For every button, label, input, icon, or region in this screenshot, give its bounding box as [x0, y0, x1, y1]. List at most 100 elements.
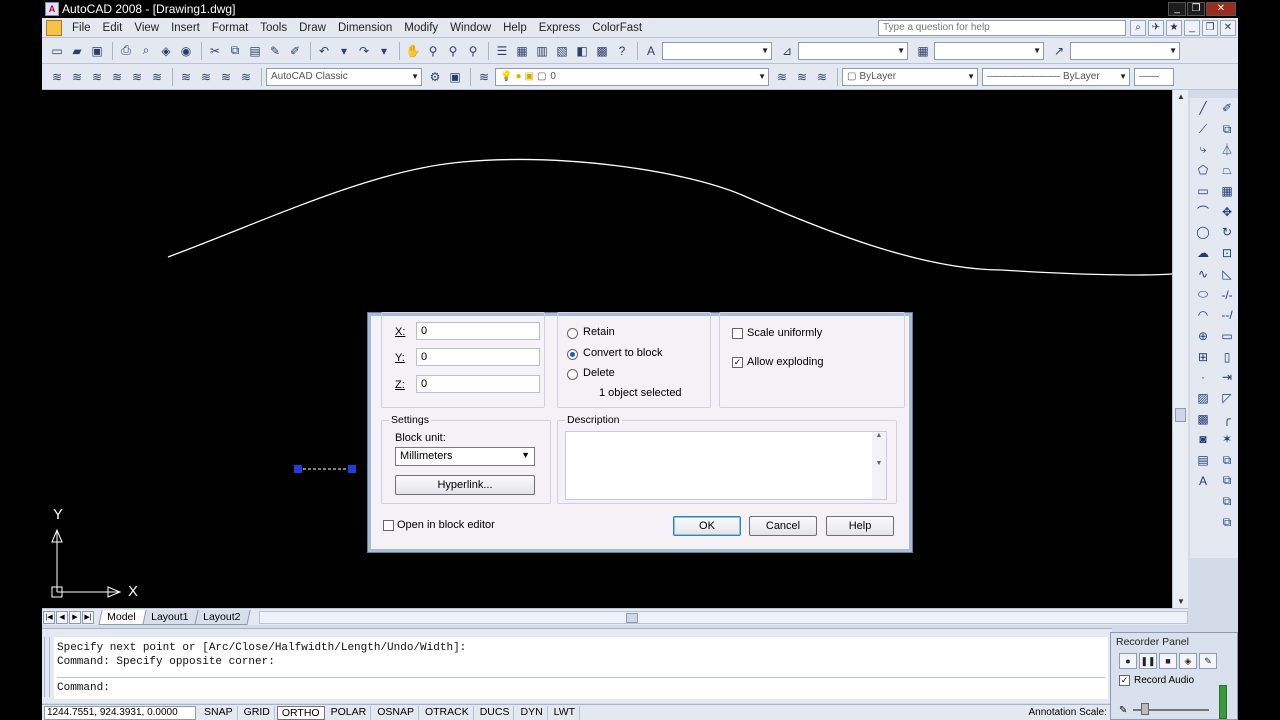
communication-center-icon[interactable]: ✈	[1148, 19, 1164, 36]
ducs-toggle[interactable]: DUCS	[476, 705, 515, 720]
horizontal-scrollbar[interactable]	[259, 610, 1188, 624]
dyn-toggle[interactable]: DYN	[516, 705, 548, 720]
menu-window[interactable]: Window	[444, 22, 497, 34]
multiline-text-icon[interactable]: A	[1192, 470, 1214, 491]
tab-layout2[interactable]: Layout2	[194, 609, 251, 625]
coordinates-display[interactable]: 1244.7551, 924.3931, 0.0000	[44, 705, 196, 720]
delete-radio[interactable]	[567, 369, 578, 380]
hyperlink-button[interactable]: Hyperlink...	[395, 475, 535, 495]
move-icon[interactable]: ✥	[1216, 201, 1238, 222]
tool-palettes-icon[interactable]: ▥	[533, 42, 551, 60]
paste-icon[interactable]: ▤	[246, 42, 264, 60]
favorites-star-icon[interactable]: ★	[1166, 19, 1182, 36]
menu-edit[interactable]: Edit	[97, 22, 129, 34]
annotation-scale[interactable]: Annotation Scale: 1:	[1028, 707, 1118, 718]
doc-close-button[interactable]: ✕	[1220, 19, 1236, 36]
workspace-combo[interactable]: AutoCAD Classic ▼	[266, 67, 422, 86]
close-button[interactable]: ✕	[1206, 2, 1236, 16]
plot-preview-icon[interactable]: ⌕	[137, 42, 155, 60]
polygon-icon[interactable]: ⬠	[1192, 160, 1214, 181]
3d-dwf-icon[interactable]: ◉	[177, 42, 195, 60]
table-icon[interactable]: ▤	[1192, 450, 1214, 471]
block-unit-select[interactable]: Millimeters ▼	[395, 447, 535, 466]
design-center-icon[interactable]: ▦	[513, 42, 531, 60]
menu-insert[interactable]: Insert	[165, 22, 206, 34]
layer-tool-icon[interactable]: ≋	[128, 68, 146, 86]
command-window-grip[interactable]	[44, 637, 50, 697]
offset-icon[interactable]: ⏢	[1216, 160, 1238, 181]
sheet-set-icon[interactable]: ▧	[553, 42, 571, 60]
grid-toggle[interactable]: GRID	[240, 705, 275, 720]
scale-uniformly-checkbox[interactable]	[732, 328, 743, 339]
multileader-style-combo[interactable]: ▼	[1070, 41, 1180, 60]
copy-object-icon[interactable]: ⧉	[1216, 119, 1238, 140]
make-block-icon[interactable]: ⊞	[1192, 346, 1214, 367]
redo-dropdown-icon[interactable]: ▾	[375, 42, 393, 60]
layer-previous-icon[interactable]: ≋	[793, 68, 811, 86]
chamfer-icon[interactable]: ◸	[1216, 388, 1238, 409]
horizontal-scroll-thumb[interactable]	[626, 612, 639, 623]
volume-slider-knob[interactable]	[1141, 703, 1149, 715]
publish-icon[interactable]: ◈	[157, 42, 175, 60]
menu-app-icon[interactable]	[46, 19, 62, 36]
layer-tool-icon[interactable]: ≋	[88, 68, 106, 86]
properties-icon[interactable]: ☰	[493, 42, 511, 60]
block-editor-icon[interactable]: ✐	[286, 42, 304, 60]
last-tab-icon[interactable]: ▶|	[82, 610, 94, 624]
zoom-window-icon[interactable]: ⚲	[444, 42, 462, 60]
layer-state-icon[interactable]: ≋	[813, 68, 831, 86]
fillet-icon[interactable]: ╭	[1216, 408, 1238, 429]
vertical-scrollbar[interactable]: ▲ ▼	[1172, 90, 1188, 608]
description-scrollbar[interactable]: ▲ ▼	[872, 432, 886, 499]
doc-restore-button[interactable]: ❐	[1202, 19, 1218, 36]
break-at-point-icon[interactable]: ▭	[1216, 326, 1238, 347]
rotate-icon[interactable]: ↻	[1216, 222, 1238, 243]
menu-draw[interactable]: Draw	[293, 22, 332, 34]
layer-tool-icon[interactable]: ≋	[237, 68, 255, 86]
undo-dropdown-icon[interactable]: ▾	[335, 42, 353, 60]
layer-tool-icon[interactable]: ≋	[48, 68, 66, 86]
lwt-toggle[interactable]: LWT	[550, 705, 581, 720]
send-to-back-icon[interactable]: ⧉	[1216, 491, 1238, 512]
plot-icon[interactable]: ⎙	[117, 42, 135, 60]
extend-icon[interactable]: --/	[1216, 305, 1238, 326]
multileader-style-icon[interactable]: ↗	[1050, 42, 1068, 60]
description-textarea[interactable]: ▲ ▼	[565, 431, 887, 500]
scale-icon[interactable]: ⊡	[1216, 243, 1238, 264]
new-file-icon[interactable]: ▭	[48, 42, 66, 60]
my-workspace-icon[interactable]: ▣	[446, 68, 464, 86]
color-combo[interactable]: ▢ ByLayer ▼	[842, 67, 978, 86]
otrack-toggle[interactable]: OTRACK	[421, 705, 474, 720]
markup-icon[interactable]: ◧	[573, 42, 591, 60]
dim-style-icon[interactable]: ⊿	[778, 42, 796, 60]
scroll-up-icon[interactable]: ▲	[1173, 92, 1189, 101]
polyline-icon[interactable]: ⤷	[1192, 139, 1214, 160]
calculator-icon[interactable]: ▩	[593, 42, 611, 60]
open-file-icon[interactable]: ▰	[68, 42, 86, 60]
mirror-icon[interactable]: ⏃	[1216, 139, 1238, 160]
snap-toggle[interactable]: SNAP	[200, 705, 238, 720]
cut-icon[interactable]: ✂	[206, 42, 224, 60]
make-current-icon[interactable]: ≋	[773, 68, 791, 86]
prev-tab-icon[interactable]: ◀	[56, 610, 68, 624]
minimize-button[interactable]: _	[1168, 2, 1186, 16]
explode-icon[interactable]: ✶	[1216, 429, 1238, 450]
construction-line-icon[interactable]: ⟋	[1192, 119, 1214, 140]
menu-colorfast[interactable]: ColorFast	[586, 22, 648, 34]
bring-above-icon[interactable]: ⧉	[1216, 512, 1238, 533]
convert-to-block-radio[interactable]	[567, 349, 578, 360]
gradient-icon[interactable]: ▩	[1192, 408, 1214, 429]
marker-icon[interactable]: ◈	[1179, 653, 1197, 669]
circle-icon[interactable]: ◯	[1192, 222, 1214, 243]
search-icon[interactable]: ⌕	[1130, 19, 1146, 36]
linetype-combo[interactable]: ———————— ByLayer ▼	[982, 67, 1130, 86]
zoom-previous-icon[interactable]: ⚲	[464, 42, 482, 60]
region-icon[interactable]: ◙	[1192, 429, 1214, 450]
scroll-down-icon[interactable]: ▼	[1173, 597, 1189, 606]
insert-block-icon[interactable]: ⊕	[1192, 326, 1214, 347]
table-style-icon[interactable]: ▦	[914, 42, 932, 60]
help-button[interactable]: Help	[826, 516, 894, 536]
open-block-editor-checkbox[interactable]	[383, 520, 394, 531]
array-icon[interactable]: ▦	[1216, 181, 1238, 202]
ok-button[interactable]: OK	[673, 516, 741, 536]
